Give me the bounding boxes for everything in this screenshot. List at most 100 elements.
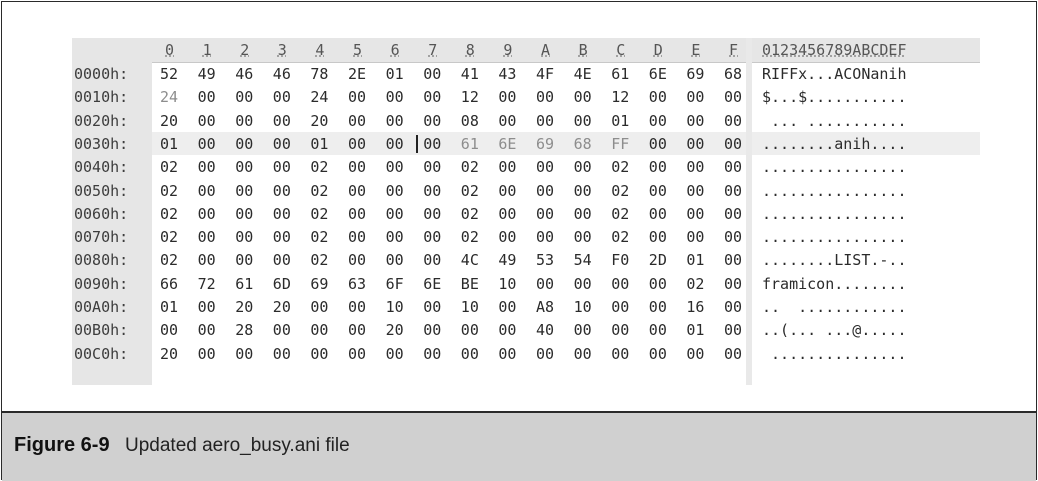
hex-byte[interactable]: 00: [348, 319, 366, 341]
hex-byte[interactable]: 2D: [649, 249, 667, 271]
ascii-row[interactable]: ........LIST.-..: [762, 249, 907, 271]
hex-byte[interactable]: 00: [273, 343, 291, 365]
hex-byte[interactable]: 01: [611, 110, 629, 132]
hex-byte[interactable]: 00: [386, 226, 404, 248]
hex-byte[interactable]: BE: [461, 273, 479, 295]
hex-byte[interactable]: 00: [649, 319, 667, 341]
hex-byte[interactable]: 12: [611, 86, 629, 108]
hex-byte[interactable]: 00: [724, 86, 742, 108]
hex-byte[interactable]: 00: [273, 180, 291, 202]
hex-byte[interactable]: 00: [686, 133, 704, 155]
ascii-row[interactable]: ................: [762, 156, 907, 178]
hex-byte[interactable]: 00: [498, 296, 516, 318]
hex-byte[interactable]: 00: [574, 156, 592, 178]
hex-byte[interactable]: 00: [611, 343, 629, 365]
hex-byte[interactable]: 00: [235, 203, 253, 225]
hex-byte[interactable]: 00: [686, 203, 704, 225]
hex-byte[interactable]: 00: [498, 343, 516, 365]
hex-byte[interactable]: 02: [611, 156, 629, 178]
hex-byte[interactable]: 00: [310, 343, 328, 365]
hex-byte[interactable]: 00: [574, 319, 592, 341]
hex-byte[interactable]: 00: [198, 86, 216, 108]
hex-byte[interactable]: 02: [160, 203, 178, 225]
hex-byte[interactable]: 02: [461, 226, 479, 248]
hex-byte[interactable]: 00: [498, 180, 516, 202]
hex-byte[interactable]: 00: [574, 180, 592, 202]
hex-byte[interactable]: 00: [649, 226, 667, 248]
hex-byte[interactable]: 00: [536, 180, 554, 202]
hex-byte[interactable]: 68: [724, 63, 742, 85]
hex-byte[interactable]: 20: [160, 110, 178, 132]
hex-byte[interactable]: 00: [198, 343, 216, 365]
hex-byte[interactable]: 40: [536, 319, 554, 341]
hex-byte[interactable]: 00: [574, 86, 592, 108]
hex-byte[interactable]: 00: [348, 180, 366, 202]
ascii-row[interactable]: $...$...........: [762, 86, 907, 108]
hex-byte[interactable]: 00: [348, 110, 366, 132]
hex-byte[interactable]: 00: [273, 86, 291, 108]
hex-byte[interactable]: 02: [310, 249, 328, 271]
hex-byte[interactable]: 00: [686, 343, 704, 365]
hex-byte[interactable]: 00: [649, 180, 667, 202]
hex-byte[interactable]: 01: [386, 63, 404, 85]
hex-byte[interactable]: 6E: [649, 63, 667, 85]
hex-byte[interactable]: 00: [686, 180, 704, 202]
hex-byte[interactable]: 46: [235, 63, 253, 85]
ascii-row[interactable]: ................: [762, 226, 907, 248]
hex-byte[interactable]: 00: [348, 203, 366, 225]
hex-byte[interactable]: 00: [273, 249, 291, 271]
hex-byte[interactable]: 00: [498, 156, 516, 178]
hex-byte[interactable]: 00: [348, 296, 366, 318]
hex-byte[interactable]: 00: [536, 343, 554, 365]
hex-byte[interactable]: 00: [235, 226, 253, 248]
hex-byte[interactable]: 02: [310, 156, 328, 178]
hex-byte[interactable]: 00: [724, 110, 742, 132]
hex-byte[interactable]: 01: [310, 133, 328, 155]
hex-byte[interactable]: FF: [611, 133, 629, 155]
hex-byte[interactable]: 00: [273, 319, 291, 341]
hex-byte[interactable]: 00: [423, 296, 441, 318]
hex-byte[interactable]: 4E: [574, 63, 592, 85]
hex-byte[interactable]: 46: [273, 63, 291, 85]
hex-byte[interactable]: 00: [198, 133, 216, 155]
hex-byte[interactable]: 20: [273, 296, 291, 318]
hex-byte[interactable]: 00: [386, 156, 404, 178]
hex-byte[interactable]: 61: [611, 63, 629, 85]
hex-byte[interactable]: 00: [348, 133, 366, 155]
hex-byte[interactable]: 00: [611, 273, 629, 295]
hex-byte[interactable]: 02: [310, 226, 328, 248]
hex-byte[interactable]: 00: [724, 226, 742, 248]
hex-byte[interactable]: 02: [611, 203, 629, 225]
hex-byte[interactable]: 00: [348, 86, 366, 108]
hex-byte[interactable]: 43: [498, 63, 516, 85]
hex-byte[interactable]: 00: [649, 156, 667, 178]
hex-byte[interactable]: 00: [686, 156, 704, 178]
hex-byte[interactable]: 02: [160, 226, 178, 248]
hex-byte[interactable]: 16: [686, 296, 704, 318]
hex-byte[interactable]: 08: [461, 110, 479, 132]
hex-byte[interactable]: 00: [724, 156, 742, 178]
hex-byte[interactable]: 00: [348, 249, 366, 271]
hex-byte[interactable]: 00: [536, 226, 554, 248]
hex-byte[interactable]: 00: [386, 110, 404, 132]
ascii-row[interactable]: ................: [762, 203, 907, 225]
hex-byte[interactable]: 6F: [386, 273, 404, 295]
hex-byte[interactable]: 02: [160, 180, 178, 202]
hex-byte[interactable]: 00: [235, 180, 253, 202]
hex-byte[interactable]: 00: [649, 110, 667, 132]
hex-byte[interactable]: 00: [235, 133, 253, 155]
hex-byte[interactable]: 4F: [536, 63, 554, 85]
hex-byte[interactable]: 24: [310, 86, 328, 108]
hex-byte[interactable]: 00: [498, 319, 516, 341]
hex-byte[interactable]: 00: [198, 203, 216, 225]
hex-byte[interactable]: 6E: [498, 133, 516, 155]
hex-byte[interactable]: 00: [498, 86, 516, 108]
hex-byte[interactable]: 00: [574, 203, 592, 225]
hex-byte[interactable]: 00: [235, 156, 253, 178]
hex-byte[interactable]: 00: [273, 156, 291, 178]
hex-byte[interactable]: 00: [724, 319, 742, 341]
hex-byte[interactable]: 00: [273, 203, 291, 225]
hex-byte[interactable]: 00: [423, 203, 441, 225]
hex-byte[interactable]: 00: [649, 203, 667, 225]
hex-byte[interactable]: 00: [574, 343, 592, 365]
